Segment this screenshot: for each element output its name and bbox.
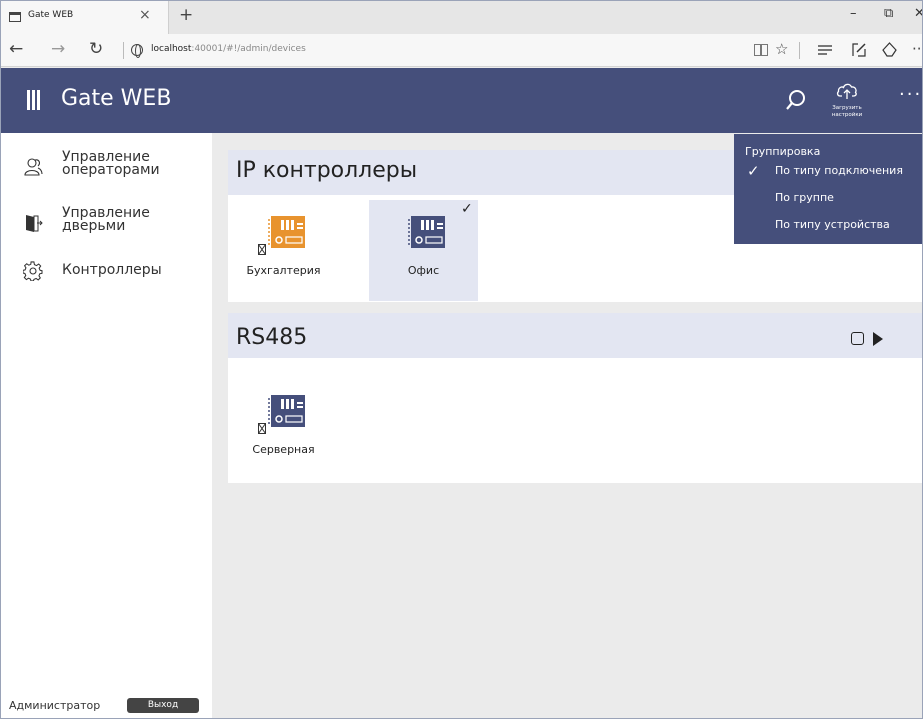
sidebar-item-operators[interactable]: Управление операторами [1, 149, 212, 199]
globe-icon [131, 44, 143, 58]
tab-strip: Gate WEB × + – ⧉ ✕ [1, 1, 922, 34]
device-name: Серверная [252, 443, 315, 456]
grouping-option-label: По типу устройства [775, 218, 890, 231]
upload-label-line2: настройки [831, 112, 863, 118]
current-user: Администратор [9, 699, 101, 712]
device-card-selected[interactable]: ✓ Офис [369, 200, 478, 301]
url-host: localhost [151, 44, 192, 54]
browser-tab[interactable]: Gate WEB × [1, 1, 169, 34]
operators-icon [24, 158, 43, 176]
upload-label-line1: Загрузить [832, 105, 862, 111]
controller-board-icon [268, 395, 305, 427]
controller-board-icon [408, 216, 445, 248]
sidebar-footer: Администратор Выход [1, 690, 212, 718]
doors-icon [26, 215, 43, 232]
selected-check-icon: ✓ [461, 201, 473, 217]
reading-view-icon[interactable] [754, 44, 768, 56]
cloud-upload-icon [836, 83, 857, 99]
check-icon: ✓ [747, 162, 760, 180]
device-name: Офис [407, 264, 440, 277]
more-options-button[interactable]: ··· [899, 84, 922, 105]
device-name: Бухгалтерия [246, 264, 321, 277]
new-tab-button[interactable]: + [179, 5, 193, 25]
address-separator [123, 42, 124, 59]
menu-icon[interactable] [27, 90, 41, 110]
search-icon[interactable] [785, 88, 807, 112]
group-rs485: RS485 Серверная [228, 313, 922, 483]
sidebar-item-controllers[interactable]: Контроллеры [1, 257, 212, 307]
grouping-menu-title: Группировка [745, 145, 821, 158]
group-title: IP контроллеры [236, 158, 418, 183]
grouping-menu: Группировка ✓ По типу подключения По гру… [734, 134, 922, 244]
controller-board-icon [268, 216, 305, 248]
group-title: RS485 [236, 325, 308, 350]
offline-indicator-icon [258, 244, 266, 255]
browser-more-icon[interactable]: ··· [912, 40, 922, 58]
device-card[interactable]: Серверная [229, 379, 338, 480]
hub-icon[interactable] [818, 45, 832, 56]
browser-window: Gate WEB × + – ⧉ ✕ ← → ↻ localhost:40001… [0, 0, 923, 719]
offline-indicator-icon [258, 423, 266, 434]
app-header: Gate WEB Загрузить настройки ··· [1, 68, 922, 133]
upload-settings-button[interactable]: Загрузить настройки [824, 82, 870, 118]
close-button[interactable]: ✕ [914, 6, 922, 21]
app-title: Gate WEB [61, 86, 172, 111]
grouping-option-connection-type[interactable]: ✓ По типу подключения [747, 162, 917, 186]
favorite-star-icon[interactable]: ☆ [775, 40, 788, 58]
web-note-icon[interactable] [852, 42, 866, 57]
sidebar: Управление операторами Управление дверьм… [1, 133, 212, 718]
refresh-button[interactable]: ↻ [89, 39, 103, 59]
sidebar-item-doors[interactable]: Управление дверьми [1, 205, 212, 255]
url-path: :40001/#!/admin/devices [191, 44, 306, 54]
select-all-checkbox[interactable] [851, 332, 864, 345]
sidebar-label-operators-2: операторами [62, 162, 160, 178]
window-icon [9, 12, 21, 22]
forward-button[interactable]: → [51, 39, 65, 59]
tab-title: Gate WEB [28, 10, 74, 20]
back-button[interactable]: ← [9, 39, 23, 59]
restore-button[interactable]: ⧉ [884, 6, 893, 21]
sidebar-label-controllers: Контроллеры [62, 262, 162, 278]
device-card[interactable]: Бухгалтерия [229, 200, 338, 301]
minimize-button[interactable]: – [850, 6, 857, 21]
grouping-option-label: По группе [775, 191, 834, 204]
grouping-option-group[interactable]: По группе [747, 191, 917, 213]
tab-close-button[interactable]: × [139, 7, 151, 23]
grouping-option-label: По типу подключения [775, 164, 903, 177]
play-icon[interactable] [873, 332, 883, 346]
gear-icon [23, 261, 43, 281]
share-icon[interactable] [882, 42, 897, 57]
sidebar-label-doors-2: дверьми [62, 218, 126, 234]
toolbar-separator [799, 42, 800, 59]
group-header: RS485 [228, 313, 922, 358]
address-bar: ← → ↻ localhost:40001/#!/admin/devices ☆… [1, 34, 922, 67]
url-field[interactable]: localhost:40001/#!/admin/devices [151, 44, 306, 54]
grouping-option-device-type[interactable]: По типу устройства [747, 218, 917, 240]
logout-button[interactable]: Выход [127, 698, 199, 713]
